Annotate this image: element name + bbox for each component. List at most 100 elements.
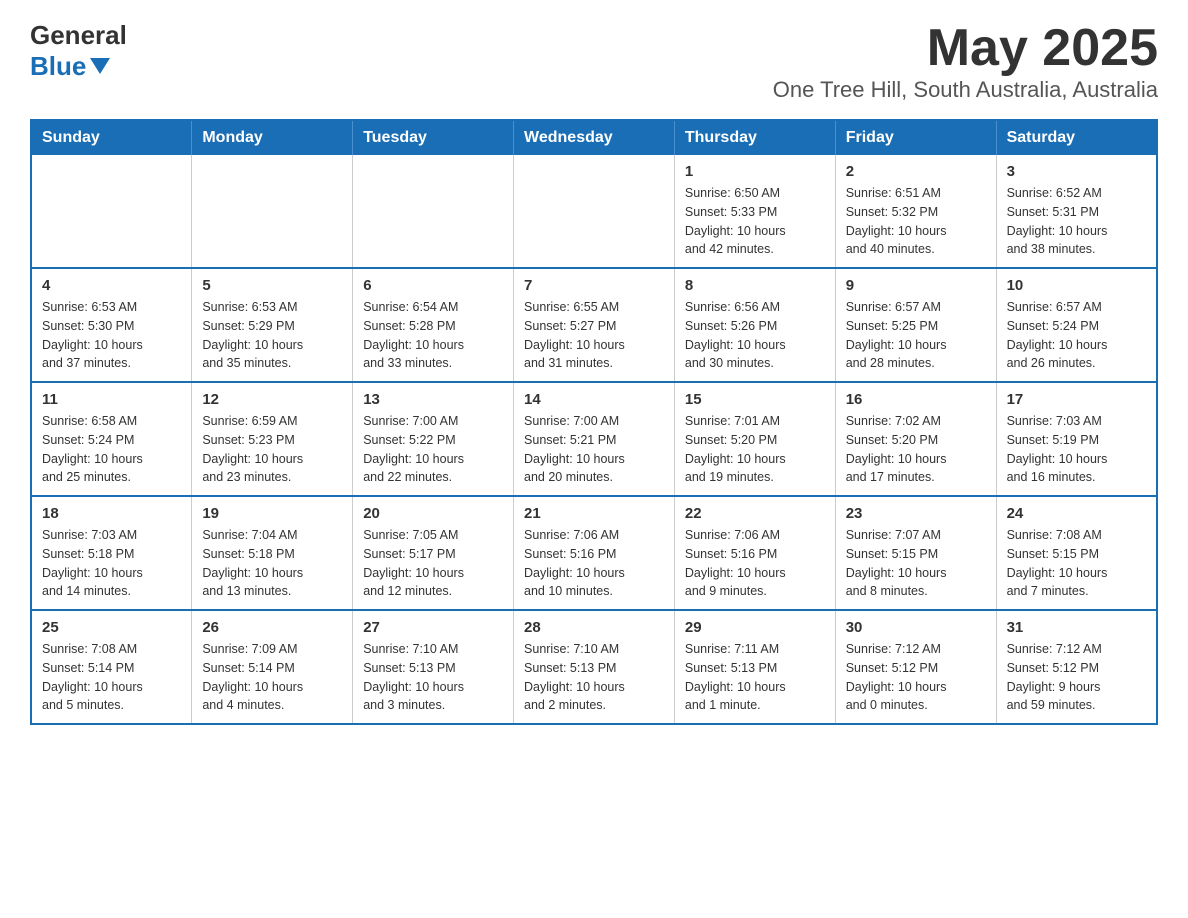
calendar-day-header: Tuesday [353, 120, 514, 155]
day-info: Sunrise: 7:12 AM Sunset: 5:12 PM Dayligh… [846, 640, 986, 715]
calendar-day-cell: 6Sunrise: 6:54 AM Sunset: 5:28 PM Daylig… [353, 268, 514, 382]
day-number: 3 [1007, 163, 1146, 180]
logo-blue-text: Blue [30, 51, 86, 82]
day-number: 9 [846, 277, 986, 294]
calendar-week-row: 11Sunrise: 6:58 AM Sunset: 5:24 PM Dayli… [31, 382, 1157, 496]
day-number: 7 [524, 277, 664, 294]
logo-triangle-icon [90, 58, 110, 74]
day-number: 15 [685, 391, 825, 408]
calendar-day-header: Saturday [996, 120, 1157, 155]
day-number: 31 [1007, 619, 1146, 636]
calendar-day-header: Wednesday [514, 120, 675, 155]
page-subtitle: One Tree Hill, South Australia, Australi… [773, 77, 1158, 103]
header: General Blue May 2025 One Tree Hill, Sou… [30, 20, 1158, 103]
day-number: 24 [1007, 505, 1146, 522]
day-info: Sunrise: 7:04 AM Sunset: 5:18 PM Dayligh… [202, 526, 342, 601]
calendar-day-cell: 22 Sunrise: 7:06 AM Sunset: 5:16 PM Dayli… [674, 496, 835, 610]
day-info: Sunrise: 7:10 AM Sunset: 5:13 PM Dayligh… [524, 640, 664, 715]
day-number: 16 [846, 391, 986, 408]
day-info: Sunrise: 6:50 AM Sunset: 5:33 PM Dayligh… [685, 184, 825, 259]
calendar-day-cell: 14Sunrise: 7:00 AM Sunset: 5:21 PM Dayli… [514, 382, 675, 496]
day-number: 10 [1007, 277, 1146, 294]
day-info: Sunrise: 7:03 AM Sunset: 5:19 PM Dayligh… [1007, 412, 1146, 487]
day-info: Sunrise: 6:57 AM Sunset: 5:25 PM Dayligh… [846, 298, 986, 373]
logo-line1: General [30, 20, 127, 51]
calendar-day-cell: 7 Sunrise: 6:55 AM Sunset: 5:27 PM Daylig… [514, 268, 675, 382]
day-number: 17 [1007, 391, 1146, 408]
day-info: Sunrise: 7:08 AM Sunset: 5:14 PM Dayligh… [42, 640, 181, 715]
day-info: Sunrise: 7:01 AM Sunset: 5:20 PM Dayligh… [685, 412, 825, 487]
calendar-day-cell: 8 Sunrise: 6:56 AM Sunset: 5:26 PM Daylig… [674, 268, 835, 382]
calendar-day-header: Friday [835, 120, 996, 155]
day-number: 20 [363, 505, 503, 522]
logo-line2: Blue [30, 51, 114, 82]
calendar-day-cell: 18 Sunrise: 7:03 AM Sunset: 5:18 PM Dayli… [31, 496, 192, 610]
day-number: 23 [846, 505, 986, 522]
calendar-day-cell: 26 Sunrise: 7:09 AM Sunset: 5:14 PM Dayli… [192, 610, 353, 724]
logo: General Blue [30, 20, 127, 82]
calendar-day-cell: 2Sunrise: 6:51 AM Sunset: 5:32 PM Daylig… [835, 155, 996, 268]
day-number: 27 [363, 619, 503, 636]
calendar-day-cell: 3 Sunrise: 6:52 AM Sunset: 5:31 PM Daylig… [996, 155, 1157, 268]
day-number: 21 [524, 505, 664, 522]
day-info: Sunrise: 6:54 AM Sunset: 5:28 PM Dayligh… [363, 298, 503, 373]
day-number: 26 [202, 619, 342, 636]
day-info: Sunrise: 6:53 AM Sunset: 5:30 PM Dayligh… [42, 298, 181, 373]
calendar-table: SundayMondayTuesdayWednesdayThursdayFrid… [30, 119, 1158, 725]
calendar-day-cell: 11Sunrise: 6:58 AM Sunset: 5:24 PM Dayli… [31, 382, 192, 496]
day-number: 14 [524, 391, 664, 408]
calendar-day-cell: 15 Sunrise: 7:01 AM Sunset: 5:20 PM Dayli… [674, 382, 835, 496]
calendar-header-row: SundayMondayTuesdayWednesdayThursdayFrid… [31, 120, 1157, 155]
calendar-day-cell [192, 155, 353, 268]
calendar-day-cell: 12 Sunrise: 6:59 AM Sunset: 5:23 PM Dayli… [192, 382, 353, 496]
calendar-day-cell: 10Sunrise: 6:57 AM Sunset: 5:24 PM Dayli… [996, 268, 1157, 382]
page-title: May 2025 [773, 20, 1158, 77]
day-info: Sunrise: 7:08 AM Sunset: 5:15 PM Dayligh… [1007, 526, 1146, 601]
calendar-week-row: 18 Sunrise: 7:03 AM Sunset: 5:18 PM Dayli… [31, 496, 1157, 610]
calendar-day-cell: 13 Sunrise: 7:00 AM Sunset: 5:22 PM Dayli… [353, 382, 514, 496]
calendar-day-cell: 20Sunrise: 7:05 AM Sunset: 5:17 PM Dayli… [353, 496, 514, 610]
calendar-day-cell: 29 Sunrise: 7:11 AM Sunset: 5:13 PM Dayli… [674, 610, 835, 724]
day-number: 13 [363, 391, 503, 408]
day-number: 22 [685, 505, 825, 522]
day-info: Sunrise: 7:02 AM Sunset: 5:20 PM Dayligh… [846, 412, 986, 487]
day-number: 29 [685, 619, 825, 636]
day-number: 8 [685, 277, 825, 294]
calendar-day-cell: 9 Sunrise: 6:57 AM Sunset: 5:25 PM Daylig… [835, 268, 996, 382]
day-info: Sunrise: 6:55 AM Sunset: 5:27 PM Dayligh… [524, 298, 664, 373]
day-info: Sunrise: 7:11 AM Sunset: 5:13 PM Dayligh… [685, 640, 825, 715]
day-number: 12 [202, 391, 342, 408]
logo-general-text: General [30, 20, 127, 51]
calendar-day-cell [353, 155, 514, 268]
calendar-week-row: 4 Sunrise: 6:53 AM Sunset: 5:30 PM Daylig… [31, 268, 1157, 382]
title-block: May 2025 One Tree Hill, South Australia,… [773, 20, 1158, 103]
calendar-day-cell: 4 Sunrise: 6:53 AM Sunset: 5:30 PM Daylig… [31, 268, 192, 382]
day-number: 5 [202, 277, 342, 294]
day-info: Sunrise: 7:09 AM Sunset: 5:14 PM Dayligh… [202, 640, 342, 715]
day-info: Sunrise: 7:00 AM Sunset: 5:22 PM Dayligh… [363, 412, 503, 487]
calendar-day-cell: 1Sunrise: 6:50 AM Sunset: 5:33 PM Daylig… [674, 155, 835, 268]
day-number: 4 [42, 277, 181, 294]
calendar-day-cell: 25Sunrise: 7:08 AM Sunset: 5:14 PM Dayli… [31, 610, 192, 724]
calendar-day-cell: 30 Sunrise: 7:12 AM Sunset: 5:12 PM Dayli… [835, 610, 996, 724]
day-info: Sunrise: 7:03 AM Sunset: 5:18 PM Dayligh… [42, 526, 181, 601]
calendar-day-header: Thursday [674, 120, 835, 155]
day-number: 18 [42, 505, 181, 522]
calendar-day-cell [31, 155, 192, 268]
day-info: Sunrise: 7:12 AM Sunset: 5:12 PM Dayligh… [1007, 640, 1146, 715]
day-info: Sunrise: 6:58 AM Sunset: 5:24 PM Dayligh… [42, 412, 181, 487]
calendar-day-header: Sunday [31, 120, 192, 155]
day-info: Sunrise: 7:06 AM Sunset: 5:16 PM Dayligh… [524, 526, 664, 601]
day-info: Sunrise: 7:06 AM Sunset: 5:16 PM Dayligh… [685, 526, 825, 601]
day-info: Sunrise: 6:52 AM Sunset: 5:31 PM Dayligh… [1007, 184, 1146, 259]
calendar-body: 1Sunrise: 6:50 AM Sunset: 5:33 PM Daylig… [31, 155, 1157, 724]
day-number: 28 [524, 619, 664, 636]
calendar-day-header: Monday [192, 120, 353, 155]
day-info: Sunrise: 6:56 AM Sunset: 5:26 PM Dayligh… [685, 298, 825, 373]
day-number: 19 [202, 505, 342, 522]
day-number: 30 [846, 619, 986, 636]
day-info: Sunrise: 7:10 AM Sunset: 5:13 PM Dayligh… [363, 640, 503, 715]
calendar-day-cell: 19 Sunrise: 7:04 AM Sunset: 5:18 PM Dayli… [192, 496, 353, 610]
day-info: Sunrise: 6:59 AM Sunset: 5:23 PM Dayligh… [202, 412, 342, 487]
calendar-day-cell: 28 Sunrise: 7:10 AM Sunset: 5:13 PM Dayli… [514, 610, 675, 724]
